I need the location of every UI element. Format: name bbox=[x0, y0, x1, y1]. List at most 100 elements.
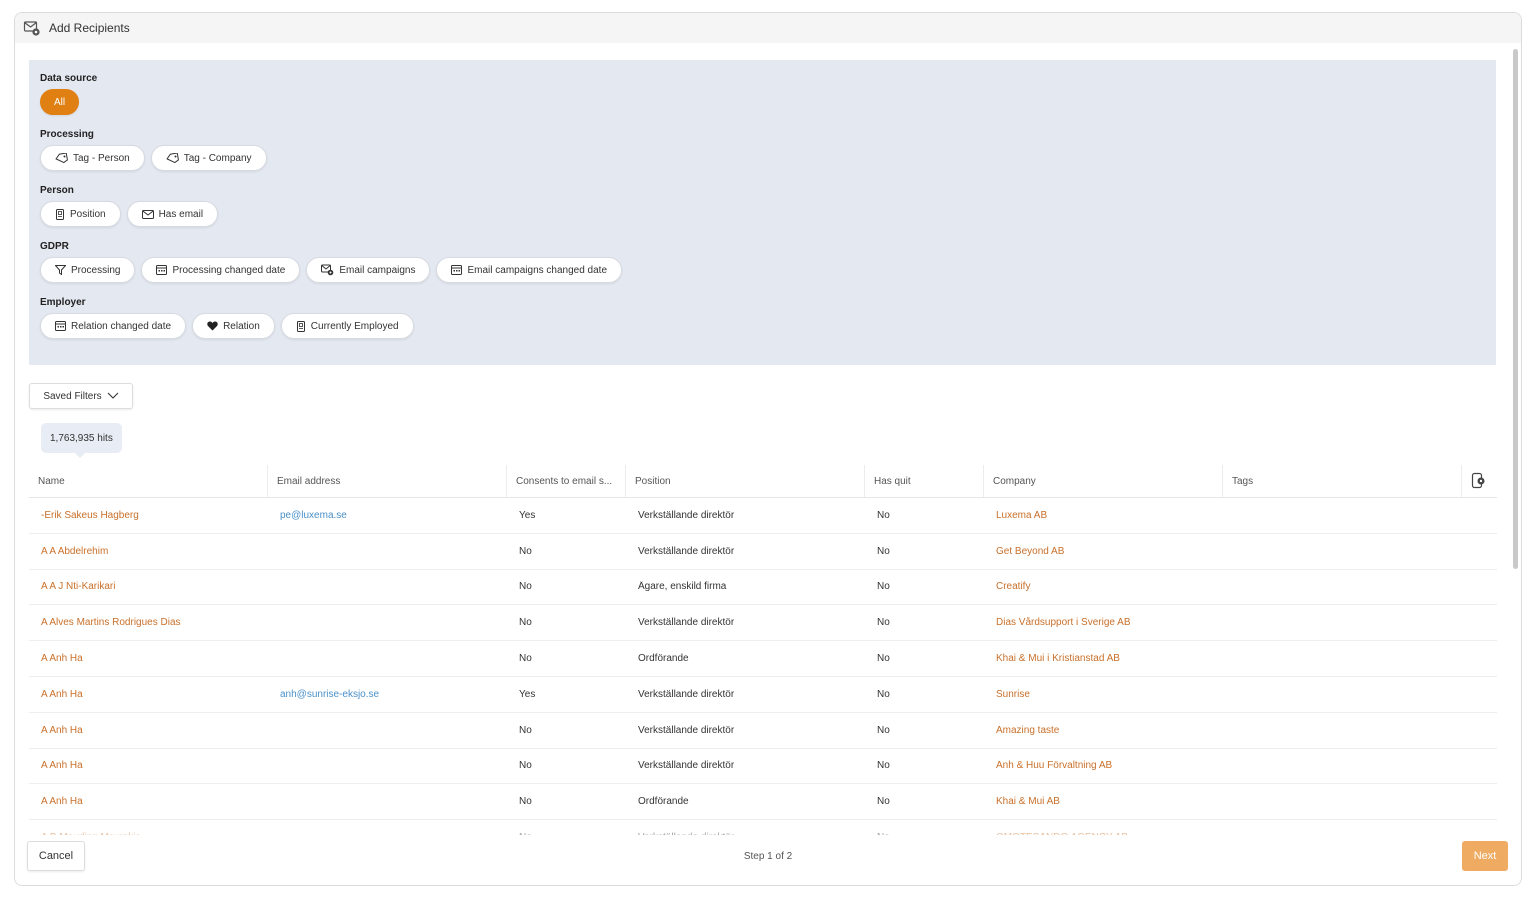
processing-changed-date-chip[interactable]: Processing changed date bbox=[141, 257, 301, 283]
table-row[interactable]: A Anh Ha No Verkställande direktör No Am… bbox=[29, 713, 1497, 749]
recipient-email[interactable]: pe@luxema.se bbox=[268, 510, 507, 521]
recipient-position: Verkställande direktör bbox=[638, 509, 735, 521]
table-row[interactable]: A A J Nti-Karikari No Ägare, enskild fir… bbox=[29, 570, 1497, 606]
chip-label: Has email bbox=[158, 208, 204, 220]
table-row[interactable]: A Anh Ha No Ordförande No Khai & Mui AB bbox=[29, 784, 1497, 821]
step-indicator: Step 1 of 2 bbox=[743, 851, 793, 862]
recipient-name[interactable]: A A Abdelrehim bbox=[29, 546, 268, 557]
recipient-consents: No bbox=[519, 617, 532, 629]
recipient-has-quit: No bbox=[877, 617, 890, 629]
saved-filters-label: Saved Filters bbox=[43, 390, 102, 402]
hits-count-badge: 1,763,935 hits bbox=[41, 423, 122, 458]
chip-label: Processing changed date bbox=[172, 264, 286, 276]
data-source-all-chip[interactable]: All bbox=[40, 89, 80, 115]
recipient-consents: No bbox=[519, 653, 532, 665]
recipient-name[interactable]: A Anh Ha bbox=[29, 653, 268, 664]
vertical-scrollbar[interactable] bbox=[1513, 49, 1518, 569]
recipient-company[interactable]: Get Beyond AB bbox=[984, 546, 1223, 557]
chip-label: Processing bbox=[71, 264, 121, 276]
currently-employed-chip[interactable]: Currently Employed bbox=[280, 313, 414, 339]
saved-filters-dropdown[interactable]: Saved Filters bbox=[29, 383, 133, 409]
heart-icon bbox=[207, 321, 218, 331]
table-row[interactable]: -Erik Sakeus Hagberg pe@luxema.se Yes Ve… bbox=[29, 498, 1497, 534]
column-header-email[interactable]: Email address bbox=[268, 465, 507, 497]
data-source-label: Data source bbox=[40, 73, 98, 84]
chip-label: Tag - Person bbox=[73, 152, 130, 164]
recipient-company[interactable]: Amazing taste bbox=[984, 725, 1223, 736]
recipient-name[interactable]: A Anh Ha bbox=[29, 796, 268, 807]
tag-icon bbox=[55, 152, 68, 163]
employer-label: Employer bbox=[40, 297, 86, 308]
column-settings-icon bbox=[1471, 472, 1485, 489]
chip-label: Email campaigns bbox=[339, 264, 416, 276]
column-header-has-quit[interactable]: Has quit bbox=[865, 465, 984, 497]
chip-label: Tag - Company bbox=[183, 152, 252, 164]
calendar-icon bbox=[156, 265, 168, 275]
badge-icon bbox=[296, 320, 305, 332]
recipient-consents: No bbox=[519, 545, 532, 557]
recipient-company[interactable]: Creatify bbox=[984, 581, 1223, 592]
column-header-consents[interactable]: Consents to email s... bbox=[507, 465, 626, 497]
recipient-name[interactable]: A Anh Ha bbox=[29, 760, 268, 771]
funnel-icon bbox=[55, 265, 66, 275]
recipient-name[interactable]: A Anh Ha bbox=[29, 689, 268, 700]
column-header-tags[interactable]: Tags bbox=[1223, 465, 1462, 497]
position-chip[interactable]: Position bbox=[40, 201, 121, 227]
column-header-position[interactable]: Position bbox=[626, 465, 865, 497]
gdpr-label: GDPR bbox=[40, 241, 69, 252]
column-settings-button[interactable] bbox=[1462, 465, 1497, 497]
gdpr-processing-chip[interactable]: Processing bbox=[40, 257, 136, 283]
dialog-footer: Cancel Step 1 of 2 Next bbox=[15, 835, 1521, 883]
recipient-has-quit: No bbox=[877, 509, 890, 521]
next-button[interactable]: Next bbox=[1462, 841, 1508, 871]
email-campaigns-changed-date-chip[interactable]: Email campaigns changed date bbox=[436, 257, 623, 283]
chip-label: Currently Employed bbox=[310, 320, 399, 332]
chip-label: Position bbox=[70, 208, 106, 220]
chevron-down-icon bbox=[107, 392, 119, 399]
recipient-consents: No bbox=[519, 724, 532, 736]
chip-label: Relation changed date bbox=[71, 320, 172, 332]
envelope-gear-icon bbox=[321, 264, 334, 276]
recipient-name[interactable]: -Erik Sakeus Hagberg bbox=[29, 510, 268, 521]
dialog-titlebar: Add Recipients bbox=[15, 13, 1521, 43]
envelope-gear-icon bbox=[23, 19, 41, 37]
email-campaigns-chip[interactable]: Email campaigns bbox=[306, 257, 431, 283]
person-label: Person bbox=[40, 185, 74, 196]
recipient-company[interactable]: Luxema AB bbox=[984, 510, 1223, 521]
table-row[interactable]: A A Abdelrehim No Verkställande direktör… bbox=[29, 534, 1497, 570]
recipient-name[interactable]: A Alves Martins Rodrigues Dias bbox=[29, 617, 268, 628]
tag-person-chip[interactable]: Tag - Person bbox=[40, 145, 145, 171]
recipient-company[interactable]: Anh & Huu Förvaltning AB bbox=[984, 760, 1223, 771]
processing-label: Processing bbox=[40, 129, 94, 140]
recipients-table: Name Email address Consents to email s..… bbox=[29, 465, 1497, 856]
recipient-consents: Yes bbox=[519, 688, 536, 700]
relation-chip[interactable]: Relation bbox=[192, 313, 275, 339]
has-email-chip[interactable]: Has email bbox=[126, 201, 219, 227]
tag-icon bbox=[166, 152, 179, 163]
dialog-title: Add Recipients bbox=[49, 21, 130, 35]
table-row[interactable]: A Anh Ha anh@sunrise-eksjo.se Yes Verkst… bbox=[29, 677, 1497, 713]
table-header: Name Email address Consents to email s..… bbox=[29, 465, 1497, 498]
table-row[interactable]: A Alves Martins Rodrigues Dias No Verkst… bbox=[29, 605, 1497, 642]
table-row[interactable]: A Anh Ha No Verkställande direktör No An… bbox=[29, 749, 1497, 785]
table-row[interactable]: A Anh Ha No Ordförande No Khai & Mui i K… bbox=[29, 641, 1497, 677]
recipient-email[interactable]: anh@sunrise-eksjo.se bbox=[268, 689, 507, 700]
recipient-company[interactable]: Khai & Mui AB bbox=[984, 796, 1223, 807]
recipient-name[interactable]: A Anh Ha bbox=[29, 725, 268, 736]
recipient-company[interactable]: Khai & Mui i Kristianstad AB bbox=[984, 653, 1223, 664]
recipient-consents: No bbox=[519, 581, 532, 593]
recipient-position: Verkställande direktör bbox=[638, 617, 735, 629]
recipient-has-quit: No bbox=[877, 760, 890, 772]
hits-count: 1,763,935 hits bbox=[50, 432, 113, 444]
recipient-consents: No bbox=[519, 760, 532, 772]
recipient-company[interactable]: Sunrise bbox=[984, 689, 1223, 700]
recipient-position: Verkställande direktör bbox=[638, 688, 735, 700]
recipient-position: Ägare, enskild firma bbox=[638, 581, 727, 593]
relation-changed-date-chip[interactable]: Relation changed date bbox=[40, 313, 187, 339]
column-header-name[interactable]: Name bbox=[29, 465, 268, 497]
recipient-has-quit: No bbox=[877, 545, 890, 557]
recipient-name[interactable]: A A J Nti-Karikari bbox=[29, 581, 268, 592]
recipient-company[interactable]: Dias Vårdsupport i Sverige AB bbox=[984, 617, 1223, 628]
column-header-company[interactable]: Company bbox=[984, 465, 1223, 497]
tag-company-chip[interactable]: Tag - Company bbox=[150, 145, 267, 171]
